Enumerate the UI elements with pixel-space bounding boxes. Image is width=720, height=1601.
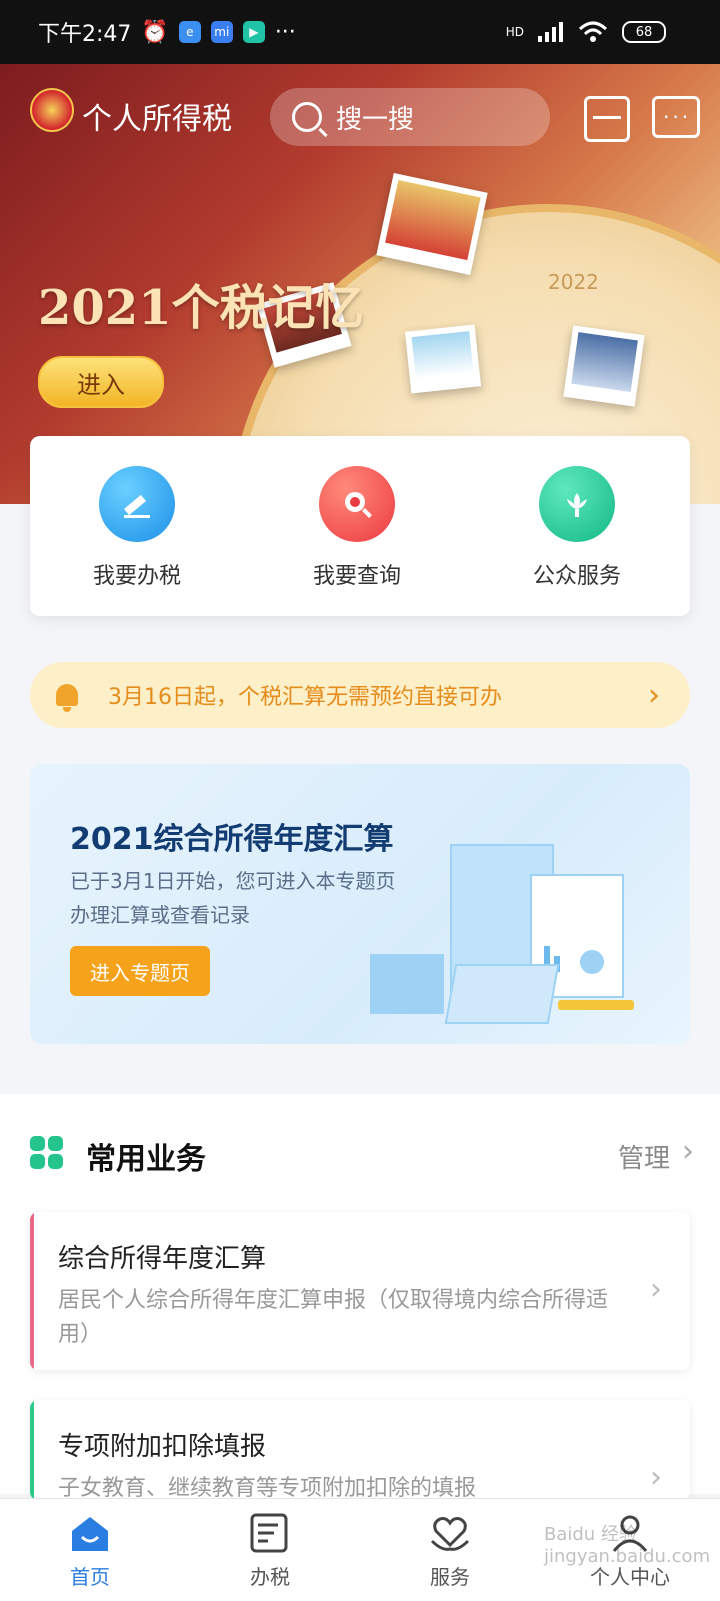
status-time: 下午2:47	[38, 22, 132, 47]
magnifier-icon	[319, 466, 395, 542]
business-accent-bar	[30, 1212, 34, 1370]
clock-year-label: 2022	[548, 270, 599, 294]
enter-topic-button[interactable]: 进入专题页	[70, 946, 210, 996]
mi-app-icon: mi	[210, 21, 233, 43]
hd-signal-label: HD	[505, 25, 524, 39]
search-placeholder: 搜一搜	[336, 104, 415, 135]
quick-action-label: 公众服务	[532, 564, 621, 589]
notice-bar[interactable]: 3月16日起，个税汇算无需预约直接可办 ›	[30, 662, 690, 728]
calculator-illustration	[444, 964, 560, 1024]
nav-service[interactable]: 服务	[360, 1499, 540, 1601]
video-app-icon: ▶	[242, 21, 265, 43]
alarm-icon: ⏰	[141, 19, 169, 45]
quick-action-label: 我要办税	[92, 564, 181, 589]
browser-app-icon: e	[178, 21, 201, 43]
watermark: Baidu 经验 jingyan.baidu.com	[544, 1524, 711, 1567]
pencil-illustration	[558, 1000, 634, 1010]
quick-action-tax[interactable]: 我要办税	[62, 466, 212, 590]
quick-action-label: 我要查询	[312, 564, 401, 589]
business-accent-bar	[30, 1400, 34, 1500]
annual-banner-title: 2021综合所得年度汇算	[70, 822, 394, 857]
manage-button[interactable]: 管理	[618, 1138, 670, 1175]
annual-settlement-banner[interactable]: 2021综合所得年度汇算 已于3月1日开始，您可进入本专题页办理汇算或查看记录 …	[30, 764, 690, 1044]
business-item-desc: 子女教育、继续教育等专项附加扣除的填报	[58, 1476, 477, 1500]
heart-hands-icon	[428, 1511, 472, 1555]
scan-icon[interactable]	[584, 96, 630, 142]
battery-indicator: 68	[622, 21, 666, 43]
message-icon[interactable]: ···	[652, 96, 700, 138]
nav-home[interactable]: 首页	[0, 1499, 180, 1601]
form-illustration	[370, 954, 444, 1014]
common-business-section: 常用业务 管理 › 综合所得年度汇算 居民个人综合所得年度汇算申报（仅取得境内综…	[0, 1094, 720, 1500]
business-item[interactable]: 综合所得年度汇算 居民个人综合所得年度汇算申报（仅取得境内综合所得适用） ›	[30, 1212, 690, 1370]
business-item-name: 综合所得年度汇算	[58, 1244, 267, 1274]
memory-photo	[404, 324, 482, 394]
bell-icon	[56, 684, 78, 712]
nav-label: 办税	[250, 1565, 290, 1589]
hero-enter-button[interactable]: 进入	[38, 356, 164, 408]
section-title: 常用业务	[86, 1142, 206, 1177]
quick-action-public-service[interactable]: 公众服务	[502, 466, 652, 590]
business-item-name: 专项附加扣除填报	[58, 1432, 267, 1462]
pen-icon	[99, 466, 175, 542]
search-box[interactable]: 搜一搜	[270, 88, 550, 146]
home-icon	[68, 1511, 112, 1555]
nav-label: 首页	[70, 1565, 110, 1589]
hero-title: 2021个税记忆	[38, 280, 364, 336]
signal-icon	[538, 22, 563, 42]
chevron-right-icon: ›	[650, 1460, 662, 1495]
chevron-right-icon: ›	[650, 1272, 662, 1307]
search-icon	[292, 102, 322, 132]
status-bar: 下午2:47 ⏰ e mi ▶ ··· HD 68	[0, 0, 720, 64]
tax-emblem-logo	[30, 88, 74, 132]
business-item-desc: 居民个人综合所得年度汇算申报（仅取得境内综合所得适用）	[58, 1288, 609, 1347]
business-item[interactable]: 专项附加扣除填报 子女教育、继续教育等专项附加扣除的填报 ›	[30, 1400, 690, 1500]
flower-icon	[539, 466, 615, 542]
more-notifications-icon: ···	[274, 19, 296, 45]
memory-photo	[563, 325, 645, 407]
wifi-icon	[578, 21, 608, 42]
nav-tax[interactable]: 办税	[180, 1499, 360, 1601]
chevron-right-icon: ›	[648, 677, 660, 713]
notice-text: 3月16日起，个税汇算无需预约直接可办	[108, 685, 502, 710]
nav-label: 服务	[430, 1565, 470, 1589]
quick-actions-card: 我要办税 我要查询 公众服务	[30, 436, 690, 616]
annual-banner-desc: 已于3月1日开始，您可进入本专题页办理汇算或查看记录	[70, 869, 396, 927]
tax-form-icon	[248, 1511, 292, 1555]
quick-action-query[interactable]: 我要查询	[282, 466, 432, 590]
app-title: 个人所得税	[82, 102, 232, 137]
chevron-right-icon: ›	[682, 1134, 694, 1169]
grid-icon	[30, 1136, 64, 1170]
